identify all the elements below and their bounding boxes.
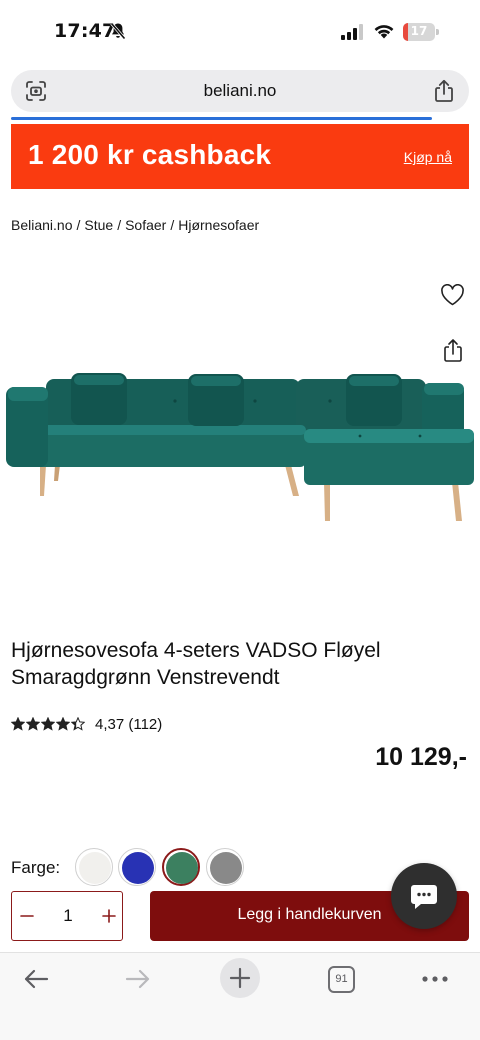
star-icon <box>11 717 25 731</box>
breadcrumb-item-sofaer[interactable]: Sofaer <box>125 217 166 233</box>
battery-indicator: 17 <box>403 23 439 41</box>
chat-icon <box>411 885 437 909</box>
tab-count: 91 <box>335 973 348 985</box>
rating-stars <box>11 717 85 731</box>
breadcrumb-separator: / <box>170 217 175 233</box>
breadcrumb-item-stue[interactable]: Stue <box>84 217 113 233</box>
swatch-color <box>122 852 154 884</box>
more-options-icon[interactable] <box>421 975 449 983</box>
product-image[interactable] <box>0 365 480 525</box>
quantity-stepper: 1 <box>11 891 123 941</box>
tabs-button[interactable]: 91 <box>328 966 355 993</box>
breadcrumb-separator: / <box>76 217 81 233</box>
page-load-progress <box>11 117 433 120</box>
share-icon[interactable] <box>433 79 455 103</box>
star-icon <box>26 717 40 731</box>
breadcrumb-separator: / <box>117 217 122 233</box>
swatch-color <box>79 852 111 884</box>
banner-title: 1 200 kr cashback <box>28 139 272 170</box>
status-bar: 17:47 17 <box>0 0 480 64</box>
back-arrow-icon[interactable] <box>22 967 50 991</box>
signal-icon <box>341 24 363 40</box>
decrease-quantity-button[interactable] <box>16 905 38 927</box>
swatch-color <box>210 852 242 884</box>
color-swatch-green[interactable] <box>162 848 200 886</box>
chat-button[interactable] <box>391 863 457 929</box>
swatch-color <box>166 852 198 884</box>
buy-now-link[interactable]: Kjøp nå <box>404 149 452 165</box>
forward-arrow-icon[interactable] <box>124 967 152 991</box>
product-rating[interactable]: 4,37 (112) <box>11 713 162 735</box>
new-tab-button[interactable] <box>220 958 260 998</box>
battery-nub <box>436 29 439 35</box>
browser-toolbar: 91 <box>0 952 480 1040</box>
breadcrumb: Beliani.no / Stue / Sofaer / Hjørnesofaer <box>11 217 259 233</box>
quantity-value[interactable]: 1 <box>48 906 88 926</box>
product-share-icon[interactable] <box>442 338 464 363</box>
color-swatch-grey[interactable] <box>206 848 244 886</box>
star-icon <box>41 717 55 731</box>
wifi-icon <box>374 25 394 39</box>
bell-off-icon <box>110 22 126 40</box>
battery-percentage: 17 <box>410 24 428 38</box>
address-bar[interactable]: beliani.no <box>11 70 469 112</box>
battery-body: 17 <box>403 23 435 41</box>
color-swatch-white[interactable] <box>75 848 113 886</box>
product-title: Hjørnesovesofa 4-seters VADSO Fløyel Sma… <box>11 639 381 689</box>
product-price: 10 129,- <box>375 743 467 771</box>
color-label: Farge: <box>11 858 61 877</box>
color-swatch-blue[interactable] <box>118 848 156 886</box>
heart-icon[interactable] <box>440 284 465 306</box>
breadcrumb-item-home[interactable]: Beliani.no <box>11 217 73 233</box>
url-text[interactable]: beliani.no <box>11 81 469 101</box>
rating-count[interactable]: 4,37 (112) <box>95 716 162 733</box>
breadcrumb-item-hjornesofaer[interactable]: Hjørnesofaer <box>178 217 259 233</box>
plus-icon <box>229 967 251 989</box>
increase-quantity-button[interactable] <box>98 905 120 927</box>
star-icon <box>71 717 85 731</box>
cashback-banner[interactable]: 1 200 kr cashback Kjøp nå <box>11 124 469 189</box>
status-time: 17:47 <box>54 20 116 42</box>
star-icon <box>56 717 70 731</box>
